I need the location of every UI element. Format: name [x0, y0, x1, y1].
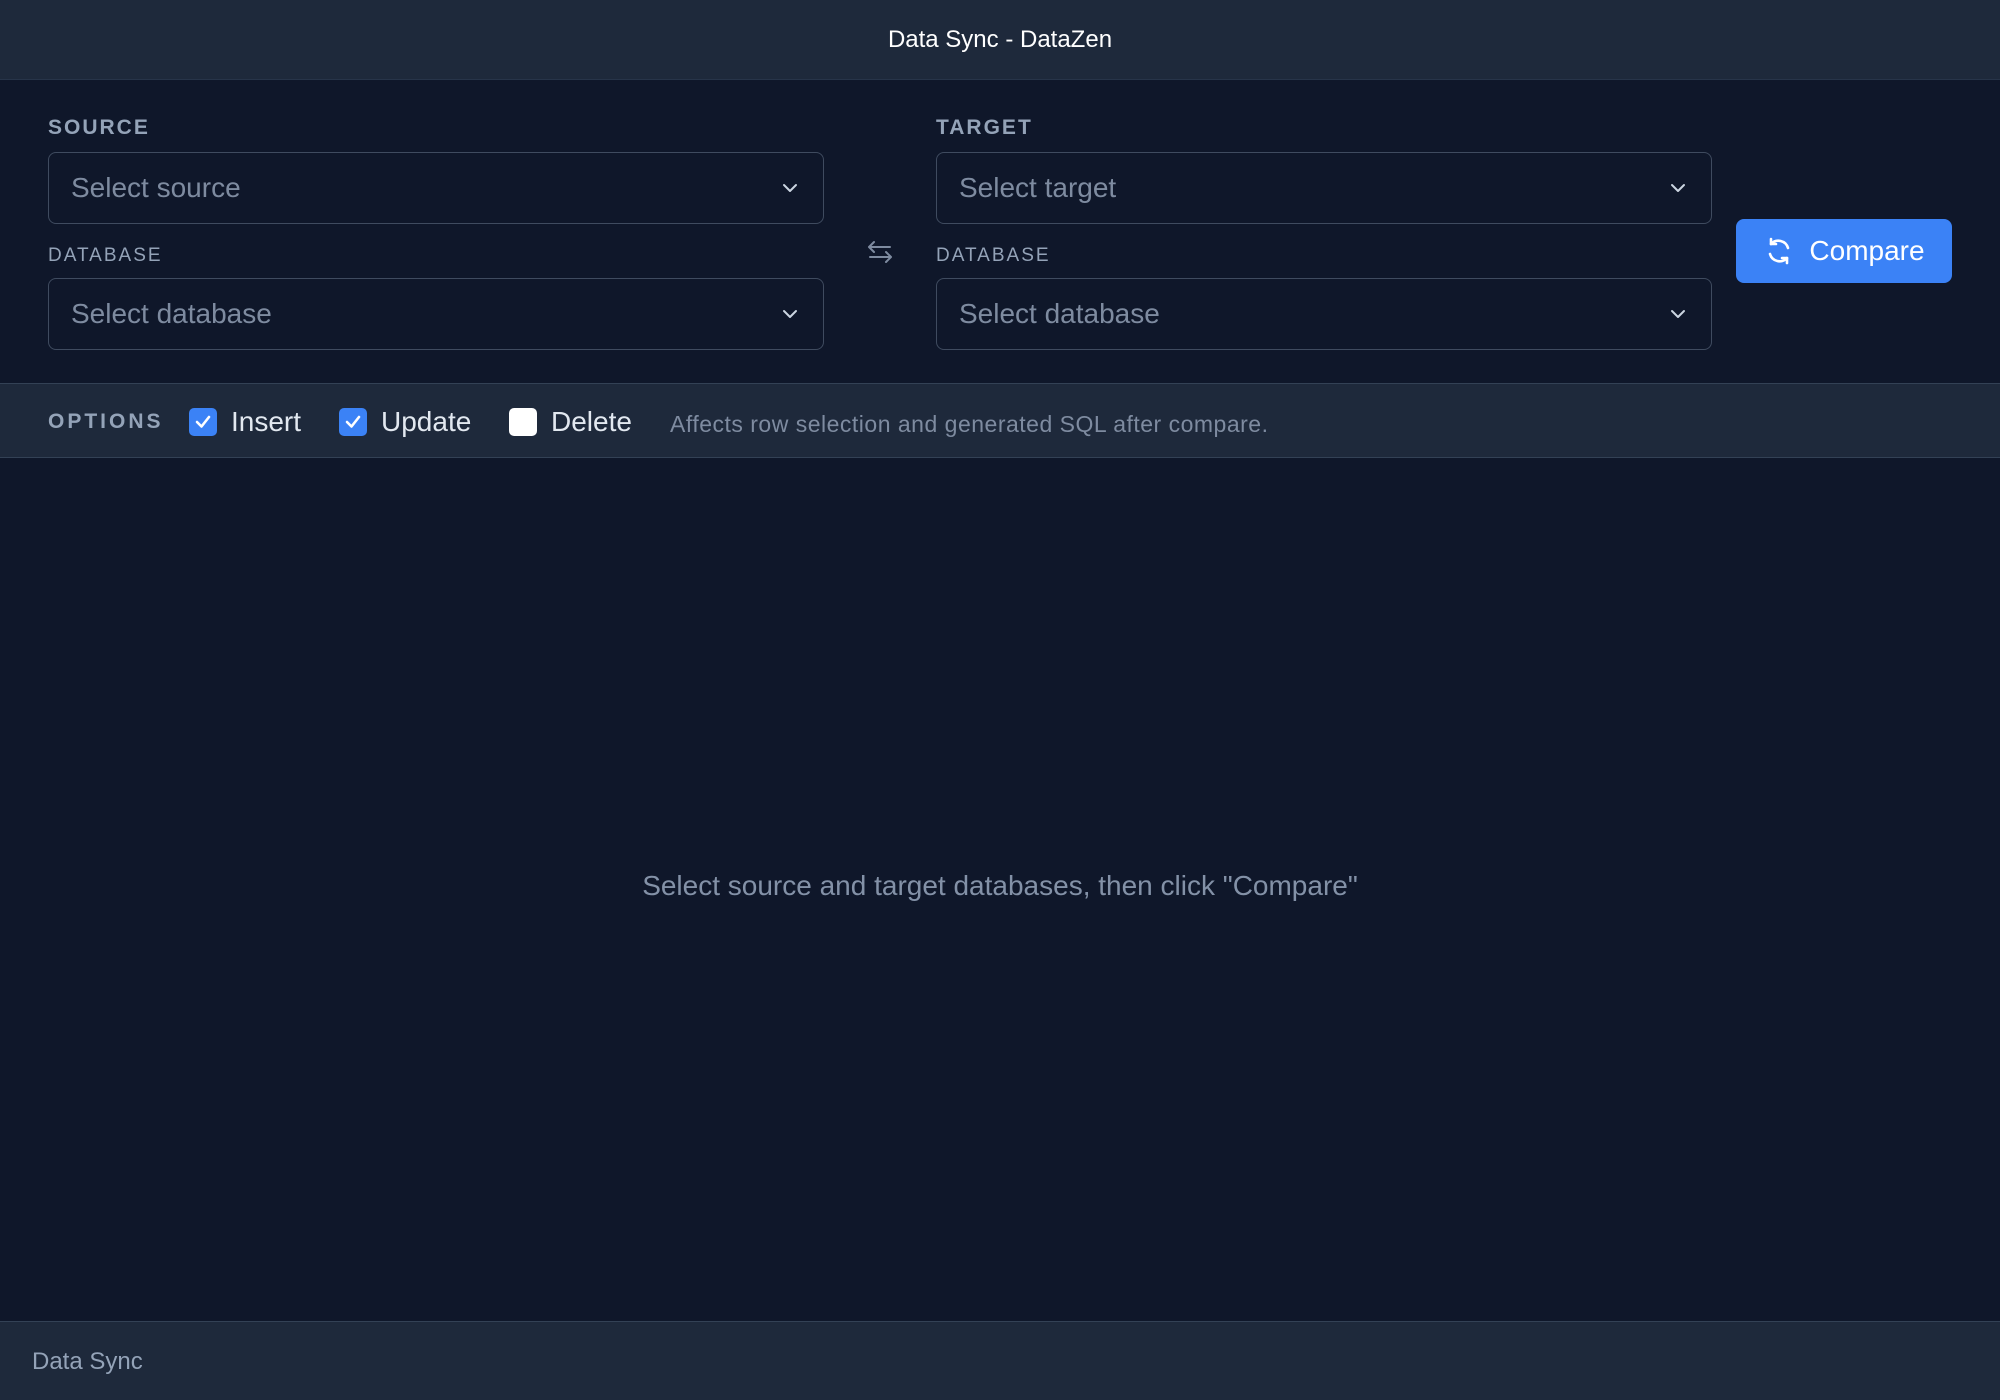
delete-checkbox[interactable]: [509, 408, 537, 436]
target-select[interactable]: Select target: [936, 152, 1712, 224]
target-label: TARGET: [936, 116, 1033, 139]
source-database-label: DATABASE: [48, 245, 163, 266]
status-text: Data Sync: [32, 1348, 143, 1375]
target-select-placeholder: Select target: [959, 172, 1117, 203]
delete-label: Delete: [551, 406, 632, 437]
update-label: Update: [381, 406, 472, 437]
source-database-select[interactable]: Select database: [48, 278, 824, 350]
update-checkbox[interactable]: [339, 408, 367, 436]
delete-option[interactable]: Delete: [509, 406, 632, 438]
chevron-down-icon: [1667, 177, 1689, 199]
options-hint: Affects row selection and generated SQL …: [670, 411, 1269, 437]
source-database-placeholder: Select database: [71, 298, 272, 329]
compare-button-label: Compare: [1809, 235, 1925, 266]
insert-label: Insert: [231, 406, 302, 437]
chevron-down-icon: [779, 303, 801, 325]
empty-state-message: Select source and target databases, then…: [642, 870, 1358, 901]
update-option[interactable]: Update: [339, 406, 471, 438]
chevron-down-icon: [1667, 303, 1689, 325]
data-sync-window: Data Sync - DataZen SOURCE Select source…: [0, 0, 2000, 1400]
target-database-label: DATABASE: [936, 245, 1051, 266]
chevron-down-icon: [779, 177, 801, 199]
compare-button[interactable]: Compare: [1736, 219, 1952, 283]
swap-arrows-icon[interactable]: [864, 236, 896, 268]
options-bar: OPTIONS Insert Update Delete Affects row…: [0, 383, 2000, 458]
target-database-select[interactable]: Select database: [936, 278, 1712, 350]
source-select[interactable]: Select source: [48, 152, 824, 224]
target-database-placeholder: Select database: [959, 298, 1160, 329]
source-label: SOURCE: [48, 116, 150, 139]
window-title: Data Sync - DataZen: [887, 25, 1113, 53]
status-bar: Data Sync: [0, 1321, 2000, 1400]
insert-checkbox[interactable]: [189, 408, 217, 436]
insert-option[interactable]: Insert: [189, 406, 301, 438]
options-label: OPTIONS: [48, 410, 164, 433]
source-select-placeholder: Select source: [71, 172, 241, 203]
refresh-icon: [1763, 235, 1795, 267]
title-bar: Data Sync - DataZen: [0, 0, 2000, 80]
